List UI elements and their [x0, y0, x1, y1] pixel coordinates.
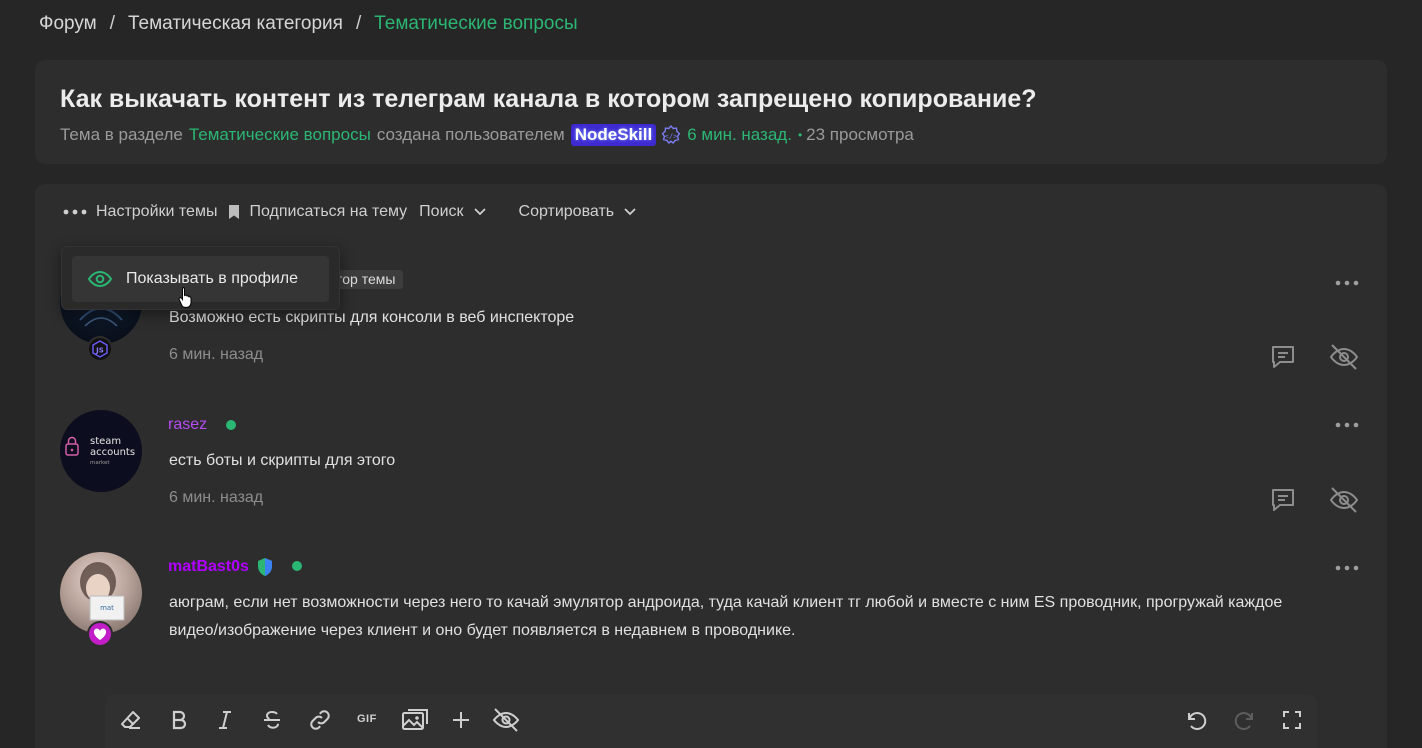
- svg-text:mat: mat: [100, 604, 114, 612]
- meta-created-by: создана пользователем: [376, 125, 565, 144]
- redo-icon[interactable]: [1233, 708, 1257, 737]
- topic-title: Как выкачать контент из телеграм канала …: [60, 85, 1037, 113]
- avatar[interactable]: steam accounts market: [60, 410, 142, 492]
- chevron-down-icon: [624, 208, 636, 216]
- developer-badge-icon: </>: [661, 125, 681, 145]
- eye-off-icon[interactable]: [1329, 343, 1359, 376]
- breadcrumb-forum[interactable]: Форум: [39, 13, 97, 35]
- post-text: Возможно есть скрипты для консоли в веб …: [169, 309, 575, 326]
- meta-prefix: Тема в разделе: [60, 125, 183, 144]
- breadcrumb-category[interactable]: Тематическая категория: [128, 13, 343, 35]
- more-horizontal-icon[interactable]: [1335, 559, 1359, 577]
- bold-icon[interactable]: [167, 708, 191, 737]
- topic-header: Как выкачать контент из телеграм канала …: [35, 60, 1387, 164]
- more-horizontal-icon[interactable]: [1335, 416, 1359, 434]
- section-link[interactable]: Тематические вопросы: [189, 125, 371, 145]
- avatar-text: accounts: [90, 447, 135, 458]
- post-text: видео/изображение через клиент и оно буд…: [169, 622, 796, 639]
- sort-label: Сортировать: [518, 203, 615, 220]
- search-label: Поиск: [419, 203, 464, 220]
- link-icon[interactable]: [308, 708, 332, 737]
- svg-text:JS: JS: [95, 347, 104, 355]
- strikethrough-icon[interactable]: [260, 708, 284, 737]
- username-link[interactable]: rasez: [168, 416, 207, 434]
- search-dropdown[interactable]: Поиск: [419, 203, 494, 221]
- topic-settings-button[interactable]: Настройки темы: [63, 203, 217, 221]
- post-text: есть боты и скрипты для этого: [169, 452, 396, 469]
- reply-icon[interactable]: [1269, 486, 1297, 519]
- show-in-profile-label: Показывать в профиле: [126, 270, 299, 287]
- chevron-down-icon: [473, 208, 486, 216]
- subscribe-button[interactable]: Подписаться на тему: [228, 203, 407, 221]
- avatar-text: steam: [90, 436, 121, 447]
- svg-text:</>: </>: [665, 133, 678, 141]
- js-badge-icon: JS: [87, 336, 113, 362]
- more-horizontal-icon[interactable]: [1335, 274, 1359, 292]
- topic-author-badge: тор темы: [330, 270, 404, 289]
- shield-icon: [256, 557, 274, 577]
- meta-dot: •: [797, 128, 803, 142]
- eye-icon: [88, 270, 112, 288]
- bookmark-icon: [228, 204, 240, 220]
- undo-icon[interactable]: [1184, 708, 1208, 737]
- gif-button[interactable]: GIF: [357, 713, 377, 725]
- fullscreen-icon[interactable]: [1280, 708, 1304, 737]
- editor-toolbar: GIF: [105, 694, 1317, 748]
- avatar-text: market: [90, 460, 110, 466]
- more-horizontal-icon: [63, 208, 87, 216]
- subscribe-label: Подписаться на тему: [249, 203, 408, 220]
- topic-toolbar: Настройки темы Подписаться на тему Поиск…: [63, 203, 645, 221]
- online-status-dot: [292, 561, 302, 571]
- post-time: 6 мин. назад: [169, 489, 264, 506]
- topic-time: 6 мин. назад.: [687, 125, 792, 144]
- online-status-dot: [226, 420, 236, 430]
- plus-icon[interactable]: [449, 708, 473, 737]
- post-text: аюграм, если нет возможности через него …: [169, 594, 1283, 611]
- hand-cursor-icon: [178, 286, 194, 313]
- username-link[interactable]: matBast0s: [168, 558, 249, 576]
- post-time: 6 мин. назад: [169, 346, 264, 363]
- eye-off-icon[interactable]: [1329, 486, 1359, 519]
- topic-meta: Тема в разделе Тематические вопросы созд…: [60, 124, 914, 146]
- author-link[interactable]: NodeSkill: [570, 124, 657, 146]
- heart-badge-icon: [87, 621, 113, 647]
- sort-dropdown[interactable]: Сортировать: [519, 203, 646, 221]
- breadcrumb-separator: /: [355, 13, 362, 34]
- topic-settings-menu: Показывать в профиле: [61, 246, 340, 310]
- show-in-profile-option[interactable]: Показывать в профиле: [72, 256, 329, 302]
- image-icon[interactable]: [401, 708, 429, 737]
- topic-settings-label: Настройки темы: [96, 203, 218, 220]
- breadcrumb: Форум / Тематическая категория / Тематич…: [39, 13, 578, 35]
- eraser-icon[interactable]: [119, 708, 143, 737]
- breadcrumb-separator: /: [109, 13, 115, 34]
- hide-content-icon[interactable]: [492, 708, 520, 737]
- italic-icon[interactable]: [213, 708, 237, 737]
- breadcrumb-current[interactable]: Тематические вопросы: [374, 13, 577, 35]
- reply-icon[interactable]: [1269, 343, 1297, 376]
- topic-views: 23 просмотра: [806, 125, 914, 144]
